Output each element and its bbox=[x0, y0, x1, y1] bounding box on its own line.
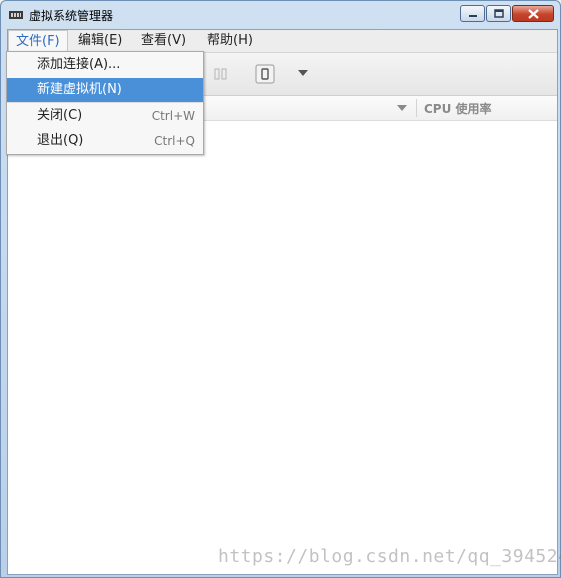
title-bar[interactable]: 虚拟系统管理器 bbox=[1, 1, 560, 29]
vm-list[interactable]: CPU 使用率 bbox=[8, 96, 557, 574]
menu-file[interactable]: 文件(F) bbox=[8, 30, 68, 52]
menu-help[interactable]: 帮助(H) bbox=[200, 30, 260, 52]
minimize-button[interactable] bbox=[460, 5, 485, 22]
dropdown-arrow-icon[interactable] bbox=[298, 70, 308, 76]
close-icon bbox=[527, 8, 539, 19]
menu-item-label: 添加连接(A)... bbox=[37, 57, 121, 72]
menu-item-label: 关闭(C) bbox=[37, 108, 83, 123]
menu-item-quit[interactable]: 退出(Q) Ctrl+Q bbox=[7, 129, 203, 153]
window-controls bbox=[460, 5, 554, 22]
menu-item-label: 退出(Q) bbox=[37, 133, 84, 148]
close-button[interactable] bbox=[512, 5, 554, 22]
virt-manager-icon bbox=[9, 11, 23, 19]
file-menu-dropdown: 添加连接(A)... 新建虚拟机(N) 关闭(C) Ctrl+W 退出(Q) C… bbox=[6, 51, 204, 155]
pause-icon[interactable] bbox=[214, 68, 228, 80]
watermark: https://blog.csdn.net/qq_39452428 bbox=[218, 546, 561, 567]
sort-arrow-icon[interactable] bbox=[397, 105, 407, 111]
column-divider[interactable] bbox=[416, 99, 417, 117]
menu-view[interactable]: 查看(V) bbox=[134, 30, 193, 52]
menu-item-close[interactable]: 关闭(C) Ctrl+W bbox=[7, 104, 203, 128]
menu-item-accelerator: Ctrl+Q bbox=[154, 134, 195, 148]
menu-item-new-vm[interactable]: 新建虚拟机(N) bbox=[7, 78, 203, 102]
menu-separator bbox=[7, 102, 203, 103]
menu-item-label: 新建虚拟机(N) bbox=[37, 82, 122, 97]
maximize-button[interactable] bbox=[486, 5, 511, 22]
maximize-icon bbox=[493, 9, 504, 18]
menu-bar: 文件(F) 编辑(E) 查看(V) 帮助(H) bbox=[8, 30, 557, 53]
menu-item-accelerator: Ctrl+W bbox=[151, 109, 195, 123]
cpu-usage-column-header[interactable]: CPU 使用率 bbox=[424, 100, 492, 117]
minimize-icon bbox=[468, 14, 477, 17]
shutdown-icon[interactable] bbox=[255, 64, 275, 84]
menu-item-add-connection[interactable]: 添加连接(A)... bbox=[7, 53, 203, 77]
menu-edit[interactable]: 编辑(E) bbox=[71, 30, 129, 52]
window-title: 虚拟系统管理器 bbox=[29, 9, 114, 23]
